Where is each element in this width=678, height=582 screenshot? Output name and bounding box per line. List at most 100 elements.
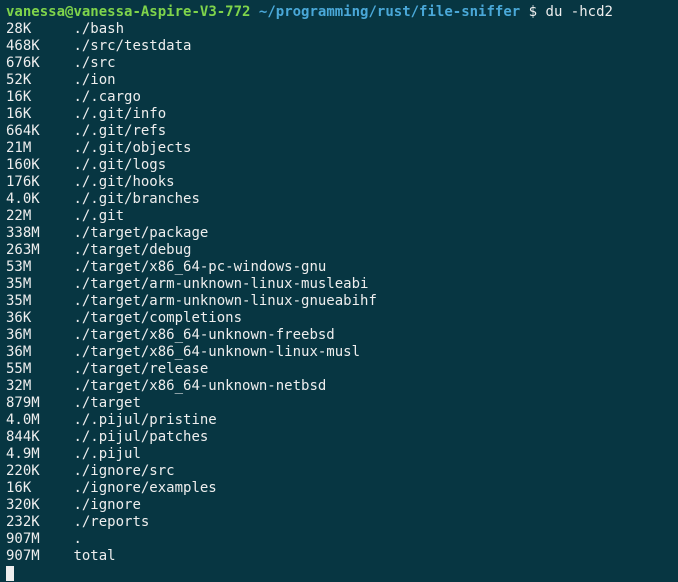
du-row: 36K ./target/completions bbox=[6, 310, 672, 327]
du-path: ./.cargo bbox=[73, 89, 140, 105]
du-size: 53M bbox=[6, 259, 73, 275]
prompt-command: du -hcd2 bbox=[546, 4, 613, 20]
du-row: 320K ./ignore bbox=[6, 497, 672, 514]
du-size: 36M bbox=[6, 344, 73, 360]
du-row: 28K ./bash bbox=[6, 21, 672, 38]
du-row: 232K ./reports bbox=[6, 514, 672, 531]
du-path: ./.git/hooks bbox=[73, 174, 174, 190]
du-size: 35M bbox=[6, 276, 73, 292]
du-path: ./bash bbox=[73, 21, 124, 37]
du-row: 35M ./target/arm-unknown-linux-gnueabihf bbox=[6, 293, 672, 310]
du-path: ./.pijul/pristine bbox=[73, 412, 216, 428]
du-path: . bbox=[73, 531, 81, 547]
du-path: ./target/package bbox=[73, 225, 208, 241]
du-path: ./target/x86_64-pc-windows-gnu bbox=[73, 259, 326, 275]
du-size: 21M bbox=[6, 140, 73, 156]
du-row: 907M . bbox=[6, 531, 672, 548]
du-size: 16K bbox=[6, 480, 73, 496]
du-size: 4.9M bbox=[6, 446, 73, 462]
prompt-symbol: $ bbox=[529, 4, 537, 20]
du-row: 879M ./target bbox=[6, 395, 672, 412]
du-row: 907M total bbox=[6, 548, 672, 565]
prompt-line[interactable]: vanessa@vanessa-Aspire-V3-772 ~/programm… bbox=[6, 4, 672, 21]
du-path: ./src/testdata bbox=[73, 38, 191, 54]
du-path: ./.git/objects bbox=[73, 140, 191, 156]
du-path: ./ignore/src bbox=[73, 463, 174, 479]
du-row: 16K ./ignore/examples bbox=[6, 480, 672, 497]
du-path: ./.pijul/patches bbox=[73, 429, 208, 445]
du-size: 176K bbox=[6, 174, 73, 190]
du-path: ./target/x86_64-unknown-freebsd bbox=[73, 327, 334, 343]
du-path: ./ignore/examples bbox=[73, 480, 216, 496]
du-size: 16K bbox=[6, 89, 73, 105]
du-path: ./reports bbox=[73, 514, 149, 530]
du-row: 4.0M ./.pijul/pristine bbox=[6, 412, 672, 429]
du-row: 36M ./target/x86_64-unknown-linux-musl bbox=[6, 344, 672, 361]
du-size: 664K bbox=[6, 123, 73, 139]
du-row: 176K ./.git/hooks bbox=[6, 174, 672, 191]
du-size: 879M bbox=[6, 395, 73, 411]
du-row: 16K ./.cargo bbox=[6, 89, 672, 106]
du-row: 4.9M ./.pijul bbox=[6, 446, 672, 463]
du-path: ./.git/logs bbox=[73, 157, 166, 173]
du-path: ./target/x86_64-unknown-linux-musl bbox=[73, 344, 360, 360]
du-size: 52K bbox=[6, 72, 73, 88]
du-path: ./target/completions bbox=[73, 310, 242, 326]
du-path: ./.git bbox=[73, 208, 124, 224]
prompt-user: vanessa bbox=[6, 4, 65, 20]
du-size: 907M bbox=[6, 531, 73, 547]
du-size: 32M bbox=[6, 378, 73, 394]
du-path: ./src bbox=[73, 55, 115, 71]
du-path: total bbox=[73, 548, 115, 564]
du-row: 338M ./target/package bbox=[6, 225, 672, 242]
du-size: 907M bbox=[6, 548, 73, 564]
du-path: ./ignore bbox=[73, 497, 140, 513]
du-size: 676K bbox=[6, 55, 73, 71]
du-row: 16K ./.git/info bbox=[6, 106, 672, 123]
du-row: 664K ./.git/refs bbox=[6, 123, 672, 140]
du-size: 320K bbox=[6, 497, 73, 513]
du-row: 53M ./target/x86_64-pc-windows-gnu bbox=[6, 259, 672, 276]
du-size: 160K bbox=[6, 157, 73, 173]
du-path: ./ion bbox=[73, 72, 115, 88]
cursor-block bbox=[6, 566, 14, 581]
du-output: 28K ./bash468K ./src/testdata676K ./src5… bbox=[6, 21, 672, 565]
du-row: 36M ./target/x86_64-unknown-freebsd bbox=[6, 327, 672, 344]
du-path: ./.git/info bbox=[73, 106, 166, 122]
du-row: 35M ./target/arm-unknown-linux-musleabi bbox=[6, 276, 672, 293]
du-size: 16K bbox=[6, 106, 73, 122]
du-size: 35M bbox=[6, 293, 73, 309]
du-path: ./.pijul bbox=[73, 446, 140, 462]
du-row: 22M ./.git bbox=[6, 208, 672, 225]
du-size: 36M bbox=[6, 327, 73, 343]
du-size: 220K bbox=[6, 463, 73, 479]
du-path: ./target/x86_64-unknown-netbsd bbox=[73, 378, 326, 394]
du-row: 32M ./target/x86_64-unknown-netbsd bbox=[6, 378, 672, 395]
du-row: 4.0K ./.git/branches bbox=[6, 191, 672, 208]
du-size: 36K bbox=[6, 310, 73, 326]
du-size: 28K bbox=[6, 21, 73, 37]
du-path: ./target/debug bbox=[73, 242, 191, 258]
du-row: 52K ./ion bbox=[6, 72, 672, 89]
next-prompt-line[interactable] bbox=[6, 565, 672, 582]
du-row: 844K ./.pijul/patches bbox=[6, 429, 672, 446]
du-row: 55M ./target/release bbox=[6, 361, 672, 378]
du-size: 55M bbox=[6, 361, 73, 377]
du-row: 468K ./src/testdata bbox=[6, 38, 672, 55]
du-size: 4.0K bbox=[6, 191, 73, 207]
du-path: ./.git/refs bbox=[73, 123, 166, 139]
du-size: 844K bbox=[6, 429, 73, 445]
du-path: ./target bbox=[73, 395, 140, 411]
du-size: 468K bbox=[6, 38, 73, 54]
prompt-host: vanessa-Aspire-V3-772 bbox=[73, 4, 250, 20]
du-size: 232K bbox=[6, 514, 73, 530]
du-size: 22M bbox=[6, 208, 73, 224]
du-path: ./target/release bbox=[73, 361, 208, 377]
du-path: ./.git/branches bbox=[73, 191, 199, 207]
du-path: ./target/arm-unknown-linux-musleabi bbox=[73, 276, 368, 292]
du-row: 21M ./.git/objects bbox=[6, 140, 672, 157]
du-path: ./target/arm-unknown-linux-gnueabihf bbox=[73, 293, 376, 309]
du-size: 338M bbox=[6, 225, 73, 241]
prompt-cwd: ~/programming/rust/file-sniffer bbox=[259, 4, 520, 20]
du-size: 4.0M bbox=[6, 412, 73, 428]
